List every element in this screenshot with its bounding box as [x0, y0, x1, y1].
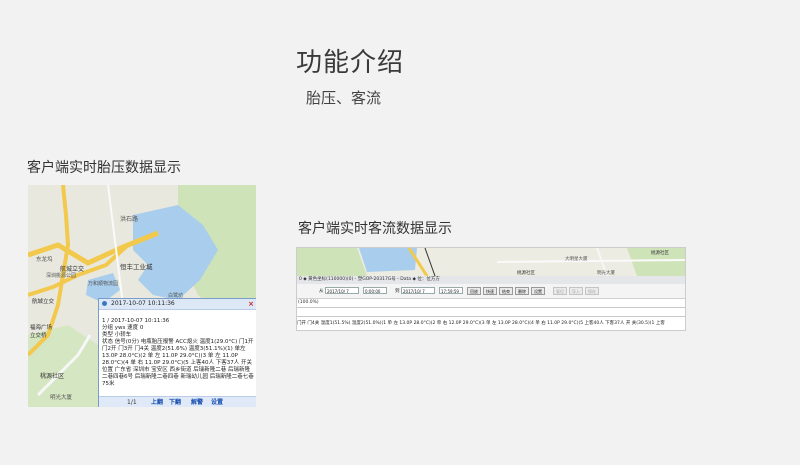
to-date-input[interactable]: 2017/10/ 7	[401, 287, 435, 294]
close-icon[interactable]: ×	[248, 299, 254, 309]
svg-text:福海广场: 福海广场	[30, 323, 53, 331]
replay-button[interactable]: 回放	[467, 287, 481, 295]
save-button[interactable]: 保存	[585, 287, 599, 295]
popup-header: 2017-10-07 10:11:36 ×	[99, 299, 256, 310]
from-label: 从	[319, 289, 324, 294]
svg-text:桃源社区: 桃源社区	[40, 372, 64, 380]
map-status-bar: 0 ◆ 黄色坐标(110000)(0) - 塑GOP-20317G号 - Dat…	[297, 276, 685, 284]
page-subtitle: 胎压、客流	[306, 89, 382, 107]
delete-button[interactable]: 删除	[515, 287, 529, 295]
divider	[297, 307, 685, 308]
popup-line: 位置 广东省 深圳市 宝安区 西乡街道 后瑞新隆二巷 后瑞新隆二巷四巷6号 后瑞…	[102, 367, 254, 387]
to-label: 到	[395, 289, 400, 294]
svg-text:恒丰工业城: 恒丰工业城	[120, 262, 153, 271]
to-time-input[interactable]: 17:59:59	[439, 287, 463, 294]
import-button[interactable]: 导入	[569, 287, 583, 295]
config-button[interactable]: 设置	[531, 287, 545, 295]
fast-button[interactable]: 快速	[483, 287, 497, 295]
popup-page-indicator: 1/1	[127, 399, 137, 406]
svg-text:深圳桃源公园: 深圳桃源公园	[46, 272, 76, 279]
settings-button[interactable]: 设置	[211, 397, 223, 407]
svg-text:大明星大厦: 大明星大厦	[565, 255, 588, 262]
stop-button[interactable]: 结束	[499, 287, 513, 295]
popup-line: 1 / 2017-10-07 10:11:36	[102, 318, 170, 324]
popup-line: 类型 小轿车	[102, 332, 132, 338]
svg-text:洪石路: 洪石路	[120, 215, 138, 223]
svg-text:明光大厦: 明光大厦	[597, 269, 615, 276]
svg-text:万和顺物流园: 万和顺物流园	[88, 280, 118, 287]
popup-line: 状态 信号(0分) 电瓶胎压报警 ACC熄火 温度1(29.0°C) 门1开 门…	[102, 339, 254, 366]
popup-header-time: 2017-10-07 10:11:36	[111, 300, 175, 307]
passenger-data-row: 门开 门4关 温度1(51.5%) 温度2(51.0%)(1 单 左 13.0P…	[297, 321, 665, 326]
svg-text:桃源社区: 桃源社区	[517, 269, 535, 276]
svg-text:明光大厦: 明光大厦	[50, 393, 73, 401]
divider	[297, 316, 685, 317]
prev-page-button[interactable]: 上翻	[151, 397, 163, 407]
playback-toolbar: 从 2017/10/ 7 0:00:00 到 2017/10/ 7 17:59:…	[297, 284, 685, 299]
progress-percent: (100.0%)	[298, 300, 319, 305]
page-title: 功能介绍	[296, 48, 405, 78]
popup-line: 分组 yws 速度 0	[102, 325, 144, 331]
dismiss-alarm-button[interactable]: 解警	[191, 397, 203, 407]
svg-text:航城立交: 航城立交	[32, 297, 55, 305]
passenger-flow-screenshot: 桃源社区 大明星大厦 明光大厦 桃源社区 0 ◆ 黄色坐标(110000)(0)…	[296, 247, 686, 331]
vehicle-info-popup: 2017-10-07 10:11:36 × 1 / 2017-10-07 10:…	[98, 298, 256, 407]
passenger-flow-caption: 客户端实时客流数据显示	[298, 221, 452, 237]
from-time-input[interactable]: 0:00:00	[363, 287, 387, 294]
popup-footer: 1/1 上翻 下翻 解警 设置	[99, 396, 256, 407]
tire-pressure-screenshot: 洪石路 东龙坞 航城立交 恒丰工业城 万和顺物流园 深圳桃源公园 白鹭坊 航城立…	[28, 185, 256, 407]
svg-text:东龙坞: 东龙坞	[36, 255, 53, 263]
svg-text:桃源社区: 桃源社区	[651, 249, 669, 256]
location-pin-icon	[102, 301, 107, 306]
popup-body: 1 / 2017-10-07 10:11:36 分组 yws 速度 0 类型 小…	[99, 310, 256, 391]
passenger-flow-map: 桃源社区 大明星大厦 明光大厦 桃源社区	[297, 248, 685, 276]
reset-button[interactable]: 复位	[553, 287, 567, 295]
svg-text:航城立交: 航城立交	[60, 265, 84, 273]
from-date-input[interactable]: 2017/10/ 7	[325, 287, 359, 294]
tire-pressure-caption: 客户端实时胎压数据显示	[27, 160, 181, 176]
next-page-button[interactable]: 下翻	[169, 397, 181, 407]
svg-text:立交桥: 立交桥	[30, 331, 47, 339]
